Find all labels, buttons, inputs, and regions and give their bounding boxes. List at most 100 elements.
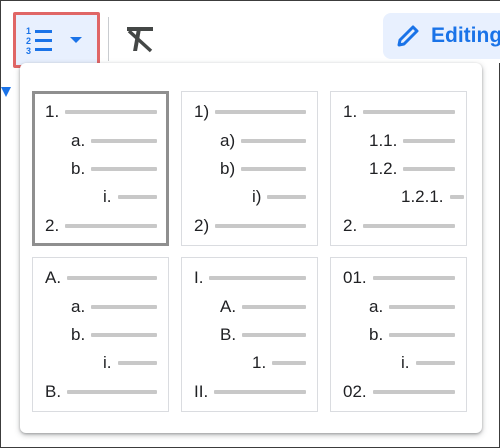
preset-row: i. [103,353,157,373]
placeholder-line [241,167,307,171]
preset-row: b) [220,159,307,179]
list-marker: B. [220,325,237,344]
list-marker: b) [220,159,236,178]
list-marker: 1. [45,102,60,121]
svg-text:3: 3 [26,46,31,55]
preset-row: B. [45,382,158,402]
placeholder-line [449,195,464,199]
list-marker: 2. [343,216,358,235]
preset-row: I. [194,268,307,288]
placeholder-line [389,305,456,309]
preset-row: 1.2.1. [401,187,464,207]
preset-row: 1.2. [369,159,456,179]
placeholder-line [363,224,456,228]
placeholder-line [403,167,456,171]
placeholder-line [363,110,456,114]
preset-row: a. [369,297,456,317]
preset-row: II. [194,382,307,402]
list-marker: A. [45,268,62,287]
numbered-list-button[interactable]: 1 2 3 [13,12,100,68]
placeholder-line [67,276,158,280]
list-preset-3[interactable]: 1. 1.1. 1.2. 1.2.1. 2. [330,91,467,246]
app-frame: 1 2 3 Editing 1. a. b. i. 2. 1) a) b) i)… [0,0,500,448]
placeholder-line [372,390,455,394]
editing-label: Editing [431,24,500,47]
preset-row: i. [103,187,157,207]
list-preset-1[interactable]: 1. a. b. i. 2. [32,91,169,246]
clear-formatting-icon[interactable] [123,23,157,55]
preset-row: 1. [45,102,158,122]
placeholder-line [242,305,307,309]
svg-text:2: 2 [26,36,31,46]
list-marker: 2) [194,216,210,235]
preset-row: 01. [343,268,455,288]
list-marker: 1. [252,353,267,372]
list-marker: 1) [194,102,210,121]
placeholder-line [117,361,157,365]
placeholder-line [242,333,307,337]
numbered-list-icon: 1 2 3 [26,26,52,55]
preset-row: a. [71,297,158,317]
placeholder-line [117,195,157,199]
preset-row: 1. [343,102,456,122]
list-marker: i) [252,187,262,206]
list-marker: 02. [343,382,367,401]
list-marker: i. [103,353,112,372]
preset-row: b. [369,325,456,345]
preset-row: 1.1. [369,131,456,151]
list-marker: II. [194,382,209,401]
preset-row: 1) [194,102,307,122]
ruler-marker-icon [1,87,11,97]
preset-row: i. [401,353,455,373]
placeholder-line [403,139,456,143]
caret-down-icon[interactable] [68,35,84,45]
placeholder-line [215,224,307,228]
preset-row: b. [71,325,158,345]
placeholder-line [389,333,456,337]
list-marker: i. [401,353,410,372]
list-marker: 01. [343,268,367,287]
placeholder-line [65,110,158,114]
list-marker: B. [45,382,62,401]
list-marker: b. [71,325,86,344]
placeholder-line [372,276,455,280]
list-marker: b. [71,159,86,178]
list-marker: 1. [343,102,358,121]
placeholder-line [215,110,307,114]
toolbar: 1 2 3 Editing [1,1,500,68]
svg-text:1: 1 [26,26,31,36]
list-marker: i. [103,187,112,206]
preset-row: 2. [45,216,158,236]
list-preset-4[interactable]: A. a. b. i. B. [32,257,169,412]
list-preset-2[interactable]: 1) a) b) i) 2) [181,91,318,246]
placeholder-line [267,195,307,199]
preset-row: a. [71,131,158,151]
list-preset-5[interactable]: I. A. B. 1. II. [181,257,318,412]
list-marker: a. [71,297,86,316]
toolbar-divider [108,17,109,61]
preset-row: 1. [252,353,307,373]
preset-row: A. [45,268,158,288]
preset-row: i) [252,187,307,207]
editing-mode-button[interactable]: Editing [383,13,500,59]
preset-row: B. [220,325,307,345]
list-marker: a) [220,131,236,150]
preset-row: 2. [343,216,456,236]
preset-row: 02. [343,382,455,402]
placeholder-line [91,333,158,337]
placeholder-line [91,167,158,171]
list-marker: a. [369,297,384,316]
list-marker: 1.2. [369,159,398,178]
list-preset-6[interactable]: 01. a. b. i. 02. [330,257,467,412]
list-marker: 1.2.1. [401,187,444,206]
placeholder-line [214,390,307,394]
list-marker: 2. [45,216,60,235]
preset-row: a) [220,131,307,151]
placeholder-line [65,224,158,228]
preset-row: 2) [194,216,307,236]
list-marker: 1.1. [369,131,398,150]
list-marker: b. [369,325,384,344]
list-marker: a. [71,131,86,150]
placeholder-line [415,361,455,365]
placeholder-line [241,139,307,143]
